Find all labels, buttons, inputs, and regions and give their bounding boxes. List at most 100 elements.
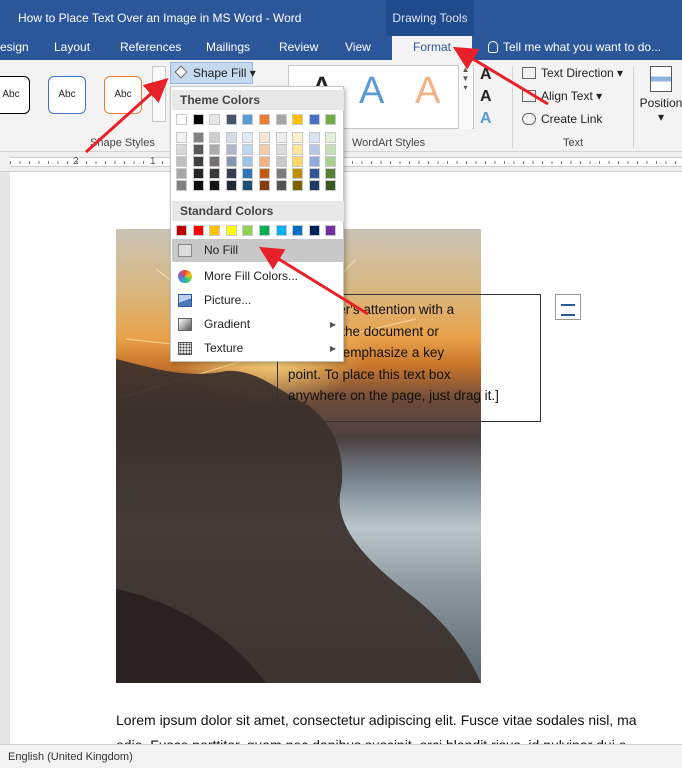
- theme-color-swatch[interactable]: [308, 132, 320, 143]
- shape-fill-button[interactable]: Shape Fill ▾: [170, 62, 256, 84]
- theme-color-swatch[interactable]: [192, 114, 204, 125]
- theme-color-swatch[interactable]: [259, 156, 270, 167]
- theme-color-swatch[interactable]: [192, 144, 204, 155]
- theme-color-swatch[interactable]: [192, 168, 204, 179]
- theme-color-swatch[interactable]: [176, 114, 187, 125]
- theme-color-swatch[interactable]: [275, 180, 287, 191]
- theme-color-swatch[interactable]: [308, 168, 320, 179]
- theme-color-swatch[interactable]: [242, 144, 254, 155]
- theme-color-swatch[interactable]: [209, 156, 221, 167]
- standard-color-swatch[interactable]: [242, 225, 254, 236]
- shape-style-1[interactable]: Abc: [0, 76, 30, 114]
- theme-color-swatch[interactable]: [209, 168, 221, 179]
- text-fill-button[interactable]: A: [480, 66, 492, 84]
- wordart-style-3[interactable]: A: [415, 70, 440, 113]
- theme-color-swatch[interactable]: [259, 114, 270, 125]
- standard-color-swatch[interactable]: [308, 225, 320, 236]
- theme-color-swatch[interactable]: [225, 132, 237, 143]
- no-fill-item[interactable]: No Fill: [172, 239, 344, 262]
- theme-color-swatch[interactable]: [259, 180, 270, 191]
- theme-color-swatch[interactable]: [325, 156, 337, 167]
- theme-color-swatch[interactable]: [308, 114, 320, 125]
- theme-color-swatch[interactable]: [275, 156, 287, 167]
- theme-color-swatch[interactable]: [259, 144, 270, 155]
- shape-style-3[interactable]: Abc: [104, 76, 142, 114]
- theme-color-swatch[interactable]: [325, 132, 337, 143]
- theme-color-swatch[interactable]: [275, 144, 287, 155]
- theme-color-swatch[interactable]: [192, 156, 204, 167]
- theme-color-swatch[interactable]: [242, 132, 254, 143]
- theme-color-swatch[interactable]: [209, 114, 221, 125]
- position-button[interactable]: Position ▾: [638, 66, 682, 124]
- theme-color-swatch[interactable]: [308, 144, 320, 155]
- theme-color-swatch[interactable]: [325, 144, 337, 155]
- theme-color-swatch[interactable]: [292, 132, 304, 143]
- more-fill-colors-item[interactable]: More Fill Colors...: [172, 265, 344, 288]
- standard-color-swatch[interactable]: [176, 225, 187, 236]
- text-effects-button[interactable]: A: [480, 110, 492, 128]
- tell-me-box[interactable]: Tell me what you want to do...: [488, 36, 661, 60]
- text-outline-button[interactable]: A: [480, 88, 492, 106]
- standard-color-swatch[interactable]: [209, 225, 221, 236]
- wordart-gallery-scroll[interactable]: ▲ ▼ ▾: [458, 65, 472, 129]
- theme-color-swatch[interactable]: [259, 168, 270, 179]
- wordart-style-2[interactable]: A: [359, 70, 384, 113]
- theme-color-swatch[interactable]: [292, 180, 304, 191]
- tab-review[interactable]: Review: [279, 36, 329, 60]
- theme-color-swatch[interactable]: [292, 144, 304, 155]
- tab-mailings[interactable]: Mailings: [206, 36, 266, 60]
- create-link-button[interactable]: Create Link: [522, 112, 602, 126]
- layout-options-icon[interactable]: [555, 294, 581, 320]
- theme-color-swatch[interactable]: [308, 156, 320, 167]
- tab-layout[interactable]: Layout: [54, 36, 104, 60]
- theme-color-swatch[interactable]: [176, 156, 187, 167]
- theme-color-swatch[interactable]: [176, 180, 187, 191]
- theme-color-swatch[interactable]: [242, 114, 254, 125]
- theme-color-swatch[interactable]: [209, 144, 221, 155]
- standard-color-swatch[interactable]: [275, 225, 287, 236]
- standard-color-swatch[interactable]: [292, 225, 304, 236]
- tab-format[interactable]: Format: [392, 36, 472, 60]
- theme-color-swatch[interactable]: [325, 114, 337, 125]
- theme-color-swatch[interactable]: [308, 180, 320, 191]
- theme-color-swatch[interactable]: [225, 180, 237, 191]
- shape-styles-gallery-scroll[interactable]: [152, 66, 166, 122]
- language-status[interactable]: English (United Kingdom): [8, 751, 133, 763]
- theme-color-swatch[interactable]: [192, 180, 204, 191]
- theme-color-swatch[interactable]: [225, 156, 237, 167]
- shape-style-2[interactable]: Abc: [48, 76, 86, 114]
- theme-color-swatch[interactable]: [259, 132, 270, 143]
- standard-color-swatch[interactable]: [325, 225, 337, 236]
- theme-color-swatch[interactable]: [192, 132, 204, 143]
- theme-color-swatch[interactable]: [292, 168, 304, 179]
- texture-item[interactable]: Texture ▶: [172, 337, 344, 360]
- theme-color-swatch[interactable]: [176, 144, 187, 155]
- theme-color-swatch[interactable]: [325, 168, 337, 179]
- theme-color-swatch[interactable]: [209, 132, 221, 143]
- theme-color-swatch[interactable]: [242, 168, 254, 179]
- theme-color-swatch[interactable]: [292, 114, 304, 125]
- theme-color-swatch[interactable]: [225, 114, 237, 125]
- tab-references[interactable]: References: [120, 36, 192, 60]
- theme-color-swatch[interactable]: [242, 156, 254, 167]
- theme-color-swatch[interactable]: [209, 180, 221, 191]
- picture-item[interactable]: Picture...: [172, 289, 344, 312]
- theme-color-swatch[interactable]: [275, 168, 287, 179]
- theme-color-swatch[interactable]: [325, 180, 337, 191]
- gradient-item[interactable]: Gradient ▶: [172, 313, 344, 336]
- standard-color-swatch[interactable]: [192, 225, 204, 236]
- theme-color-swatch[interactable]: [275, 132, 287, 143]
- theme-color-swatch[interactable]: [176, 132, 187, 143]
- theme-color-swatch[interactable]: [176, 168, 187, 179]
- text-direction-button[interactable]: Text Direction ▾: [522, 66, 623, 80]
- theme-color-swatch[interactable]: [225, 168, 237, 179]
- standard-color-swatch[interactable]: [225, 225, 237, 236]
- tab-design[interactable]: esign: [0, 36, 32, 60]
- theme-color-swatch[interactable]: [275, 114, 287, 125]
- theme-color-swatch[interactable]: [225, 144, 237, 155]
- theme-color-swatch[interactable]: [242, 180, 254, 191]
- tab-view[interactable]: View: [345, 36, 385, 60]
- align-text-button[interactable]: Align Text ▾: [522, 89, 602, 103]
- standard-color-swatch[interactable]: [259, 225, 270, 236]
- theme-color-swatch[interactable]: [292, 156, 304, 167]
